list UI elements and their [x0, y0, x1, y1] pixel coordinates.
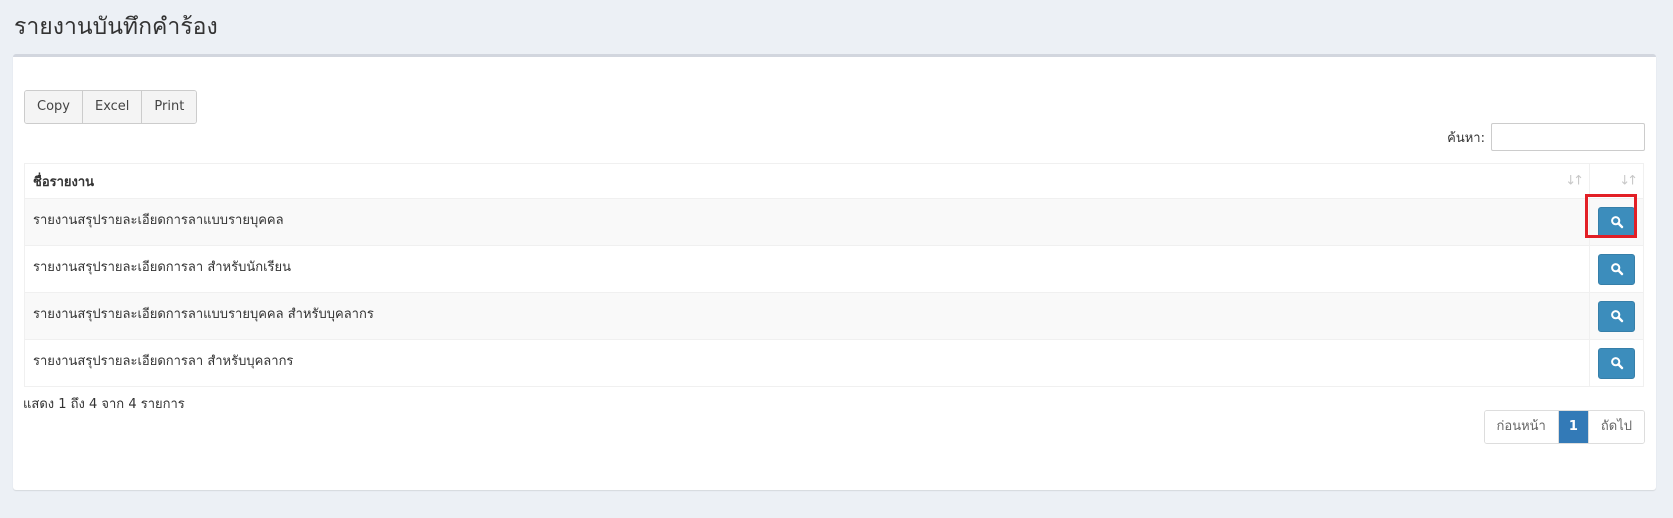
column-header-report-name[interactable]: ชื่อรายงาน ↓↑: [24, 163, 1590, 199]
view-report-button[interactable]: [1598, 347, 1635, 379]
sort-icon: ↓↑: [1619, 173, 1638, 189]
action-cell: [1589, 245, 1644, 293]
report-name-cell: รายงานสรุปรายละเอียดการลา สำหรับนักเรียน: [24, 245, 1590, 293]
search-icon: [1610, 357, 1623, 370]
report-name-cell: รายงานสรุปรายละเอียดการลาแบบรายบุคคล: [24, 198, 1590, 246]
action-cell: [1585, 194, 1644, 246]
column-header-label: ชื่อรายงาน: [33, 174, 95, 190]
action-cell: [1589, 292, 1644, 340]
next-page-button[interactable]: ถัดไป: [1588, 411, 1644, 443]
copy-button[interactable]: Copy: [25, 91, 83, 123]
sort-icon: ↓↑: [1565, 173, 1584, 189]
report-table: ชื่อรายงาน ↓↑ ↓↑ รายงานสรุปรายละเอียดการ…: [24, 163, 1644, 387]
search-icon: [1610, 310, 1623, 323]
search-input[interactable]: [1491, 123, 1645, 151]
table-row: รายงานสรุปรายละเอียดการลา สำหรับนักเรียน: [24, 245, 1644, 293]
page-title: รายงานบันทึกคำร้อง: [14, 14, 218, 40]
search-area: ค้นหา:: [1447, 123, 1645, 151]
table-row: รายงานสรุปรายละเอียดการลาแบบรายบุคคล: [24, 194, 1644, 246]
pagination: ก่อนหน้า 1 ถัดไป: [1483, 410, 1645, 444]
report-box: Copy Excel Print ค้นหา: ชื่อรายงาน ↓↑ ↓↑…: [13, 54, 1656, 490]
table-row: รายงานสรุปรายละเอียดการลา สำหรับบุคลากร: [24, 339, 1644, 387]
previous-page-button[interactable]: ก่อนหน้า: [1484, 411, 1559, 443]
table-row: รายงานสรุปรายละเอียดการลาแบบรายบุคคล สำห…: [24, 292, 1644, 340]
search-label: ค้นหา:: [1447, 130, 1485, 146]
excel-button[interactable]: Excel: [82, 91, 143, 123]
view-report-button[interactable]: [1598, 253, 1635, 285]
print-button[interactable]: Print: [142, 91, 197, 123]
column-header-action[interactable]: ↓↑: [1589, 163, 1644, 199]
view-report-button[interactable]: [1598, 300, 1635, 332]
report-name-cell: รายงานสรุปรายละเอียดการลาแบบรายบุคคล สำห…: [24, 292, 1590, 340]
page-1-button[interactable]: 1: [1558, 411, 1589, 443]
report-name-cell: รายงานสรุปรายละเอียดการลา สำหรับบุคลากร: [24, 339, 1590, 387]
view-report-button[interactable]: [1598, 206, 1635, 238]
table-info: แสดง 1 ถึง 4 จาก 4 รายการ: [23, 397, 185, 412]
search-icon: [1610, 216, 1623, 229]
table-header-row: ชื่อรายงาน ↓↑ ↓↑: [24, 163, 1644, 199]
search-icon: [1610, 263, 1623, 276]
export-button-group: Copy Excel Print: [24, 90, 198, 124]
action-cell: [1589, 339, 1644, 387]
